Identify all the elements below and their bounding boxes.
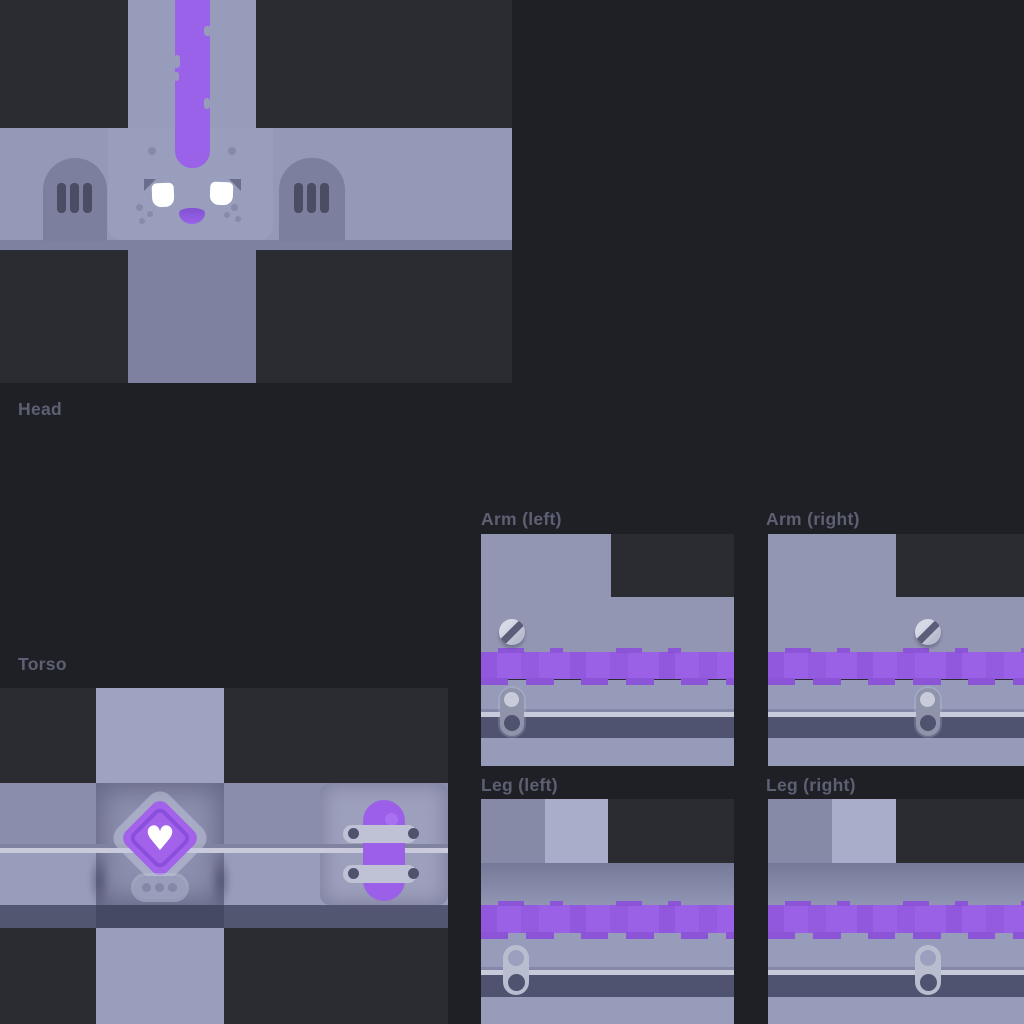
leg-top-seg-light [832, 799, 896, 863]
eye-left [152, 183, 175, 208]
mohawk-notch [174, 72, 179, 81]
torso-bottom-face [96, 928, 224, 1024]
vent-slot [83, 183, 92, 213]
paint-stripe-band [481, 905, 734, 933]
vent-slot [307, 183, 316, 213]
screw-icon [915, 619, 941, 645]
freckle-dot [231, 204, 238, 211]
armhole-shadow-left [88, 853, 110, 908]
ear-vent-left [43, 158, 107, 242]
leg-gradient-area [481, 863, 734, 905]
vent-slot [320, 183, 329, 213]
vent-slot [294, 183, 303, 213]
grille-dot [142, 883, 151, 892]
vent-slot [57, 183, 66, 213]
strap-bolt [408, 828, 419, 839]
arm-strip-light2 [768, 738, 1024, 766]
paint-stripe-band [768, 905, 1024, 933]
freckle-dot [235, 216, 241, 222]
freckle-dot [224, 212, 230, 218]
arm-strip-light2 [481, 738, 734, 766]
mohawk-notch [204, 26, 211, 36]
uv-empty-notch [611, 534, 734, 597]
ear-vent-right [279, 158, 345, 242]
freckle-dot [136, 204, 143, 211]
screw-icon [499, 619, 525, 645]
armhole-shadow-right [210, 853, 232, 908]
strap-bolt [408, 868, 419, 879]
heart-icon: ♥ [140, 819, 180, 859]
freckle-dot [148, 147, 156, 155]
arm-right-texture-tile[interactable] [768, 534, 1024, 766]
section-label-leg-right: Leg (right) [766, 775, 856, 796]
paint-stripe-band [481, 652, 734, 679]
zipper-pull-icon [500, 688, 524, 736]
head-bottom-face [128, 250, 256, 383]
freckle-dot [139, 218, 145, 224]
arm-strip-dark [768, 717, 1024, 738]
zipper-pull-icon [503, 945, 529, 995]
torso-top-face [96, 688, 224, 785]
freckle-dot [228, 147, 236, 155]
waist-strip [0, 905, 448, 928]
waist-strip-chest-shade [96, 905, 224, 928]
freckle-dot [147, 211, 153, 217]
head-texture-tile[interactable] [0, 0, 512, 383]
grille-dot [168, 883, 177, 892]
leg-strip-dark [768, 975, 1024, 997]
leg-strip-light2 [481, 997, 734, 1024]
uv-empty-notch [896, 534, 1024, 597]
leg-gradient-area [768, 863, 1024, 905]
paint-stripe-band [768, 652, 1024, 679]
torso-texture-tile[interactable]: ♥ [0, 688, 448, 1024]
section-label-arm-right: Arm (right) [766, 509, 860, 530]
mohawk-stripe [175, 0, 210, 168]
grille-dot [155, 883, 164, 892]
leg-top-seg-shaded [768, 799, 832, 863]
leg-right-texture-tile[interactable] [768, 799, 1024, 1024]
strap-bolt [348, 828, 359, 839]
leg-top-seg-shaded [481, 799, 545, 863]
tank-capsule [363, 800, 405, 901]
strap-bolt [348, 868, 359, 879]
leg-top-seg-light [545, 799, 608, 863]
mohawk-notch [204, 98, 210, 109]
mohawk-notch [174, 55, 180, 68]
section-label-leg-left: Leg (left) [481, 775, 558, 796]
section-label-head: Head [18, 399, 62, 420]
leg-left-texture-tile[interactable] [481, 799, 734, 1024]
eye-right [210, 182, 234, 206]
vent-slot [70, 183, 79, 213]
chest-grille [134, 876, 186, 899]
leg-strip-light2 [768, 997, 1024, 1024]
section-label-torso: Torso [18, 654, 67, 675]
zipper-pull-icon [915, 945, 941, 995]
zipper-pull-icon [916, 688, 940, 736]
arm-left-texture-tile[interactable] [481, 534, 734, 766]
section-label-arm-left: Arm (left) [481, 509, 562, 530]
